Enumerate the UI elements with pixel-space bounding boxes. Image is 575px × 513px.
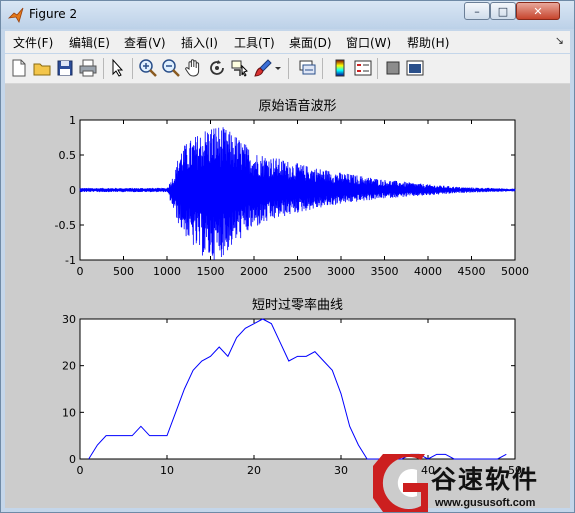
save-icon[interactable] — [55, 58, 75, 78]
data-cursor-icon[interactable] — [230, 58, 250, 78]
x-tick-label: 5000 — [501, 265, 529, 278]
toolbar — [5, 54, 570, 84]
matlab-logo-icon — [8, 7, 24, 23]
x-tick-label: 1500 — [197, 265, 225, 278]
menu-insert[interactable]: 插入(I) — [181, 34, 218, 51]
close-button[interactable]: ✕ — [516, 2, 560, 20]
watermark-text: 谷速软件 — [431, 465, 540, 494]
minimize-button[interactable]: – — [464, 2, 490, 20]
toolbar-separator — [132, 58, 133, 79]
x-tick-label: 2500 — [284, 265, 312, 278]
x-tick-label: 1000 — [153, 265, 181, 278]
toolbar-separator — [288, 58, 289, 79]
x-tick-label: 3000 — [327, 265, 355, 278]
menu-tools[interactable]: 工具(T) — [234, 34, 275, 51]
x-tick-label: 0 — [77, 464, 84, 477]
x-tick-label: 30 — [334, 464, 348, 477]
menu-file[interactable]: 文件(F) — [13, 34, 53, 51]
watermark: 谷速软件 www.gususoft.com — [373, 452, 573, 512]
pan-hand-icon[interactable] — [184, 58, 204, 78]
x-tick-label: 20 — [247, 464, 261, 477]
rotate-3d-icon[interactable] — [207, 58, 227, 78]
edit-plot-arrow-icon[interactable] — [108, 58, 128, 78]
window-title: Figure 2 — [29, 7, 78, 21]
y-tick-label: 0 — [69, 184, 76, 197]
insert-colorbar-icon[interactable] — [330, 58, 350, 78]
link-plot-icon[interactable] — [297, 58, 317, 78]
toolbar-separator — [103, 58, 104, 79]
maximize-button[interactable]: □ — [490, 2, 516, 20]
figure-canvas[interactable]: 原始语音波形 0 500 1000 1500 2000 2500 3000 3500 4000 45… — [5, 84, 570, 508]
y-tick-label: -1 — [65, 254, 76, 267]
plot-title-1: 原始语音波形 — [258, 98, 336, 114]
brush-dropdown-icon[interactable] — [273, 58, 283, 78]
x-tick-label: 3500 — [371, 265, 399, 278]
open-file-icon[interactable] — [32, 58, 52, 78]
figure-window: Figure 2 – □ ✕ 文件(F) 编辑(E) 查看(V) 插入(I) 工… — [0, 0, 575, 513]
title-bar[interactable]: Figure 2 – □ ✕ — [1, 1, 574, 29]
menu-edit[interactable]: 编辑(E) — [69, 34, 110, 51]
zoom-out-icon[interactable] — [161, 58, 181, 78]
show-plot-tools-icon[interactable] — [405, 58, 425, 78]
insert-legend-icon[interactable] — [353, 58, 373, 78]
menu-window[interactable]: 窗口(W) — [346, 34, 391, 51]
plot-title-2: 短时过零率曲线 — [252, 297, 343, 313]
y-tick-label: 1 — [69, 114, 76, 127]
toolbar-separator — [322, 58, 323, 79]
plot-axes-2 — [79, 318, 516, 460]
print-icon[interactable] — [78, 58, 98, 78]
figure-svg: 原始语音波形0 500 1000 1500 2000 2500 3000 3500 4000 45… — [55, 98, 529, 477]
x-tick-label: 10 — [160, 464, 174, 477]
x-tick-label: 0 — [77, 265, 84, 278]
hide-plot-tools-icon[interactable] — [383, 58, 403, 78]
y-tick-label: 0.5 — [59, 149, 77, 162]
y-tick-label: 0 — [69, 453, 76, 466]
y-tick-label: 30 — [62, 313, 76, 326]
x-tick-label: 500 — [113, 265, 134, 278]
menu-view[interactable]: 查看(V) — [124, 34, 166, 51]
x-tick-label: 4500 — [458, 265, 486, 278]
menu-desktop[interactable]: 桌面(D) — [289, 34, 332, 51]
zoom-in-icon[interactable] — [138, 58, 158, 78]
menubar-overflow-icon[interactable]: ↘ — [555, 34, 564, 47]
watermark-logo-icon — [373, 454, 428, 512]
x-tick-label: 2000 — [240, 265, 268, 278]
y-tick-label: 10 — [62, 406, 76, 419]
watermark-url: www.gususoft.com — [435, 497, 536, 509]
x-tick-label: 4000 — [414, 265, 442, 278]
toolbar-separator — [377, 58, 378, 79]
y-tick-label: 20 — [62, 360, 76, 373]
y-tick-label: -0.5 — [55, 219, 76, 232]
brush-icon[interactable] — [253, 58, 273, 78]
new-figure-icon[interactable] — [9, 58, 29, 78]
menu-help[interactable]: 帮助(H) — [407, 34, 449, 51]
menu-bar: 文件(F) 编辑(E) 查看(V) 插入(I) 工具(T) 桌面(D) 窗口(W… — [5, 31, 570, 53]
